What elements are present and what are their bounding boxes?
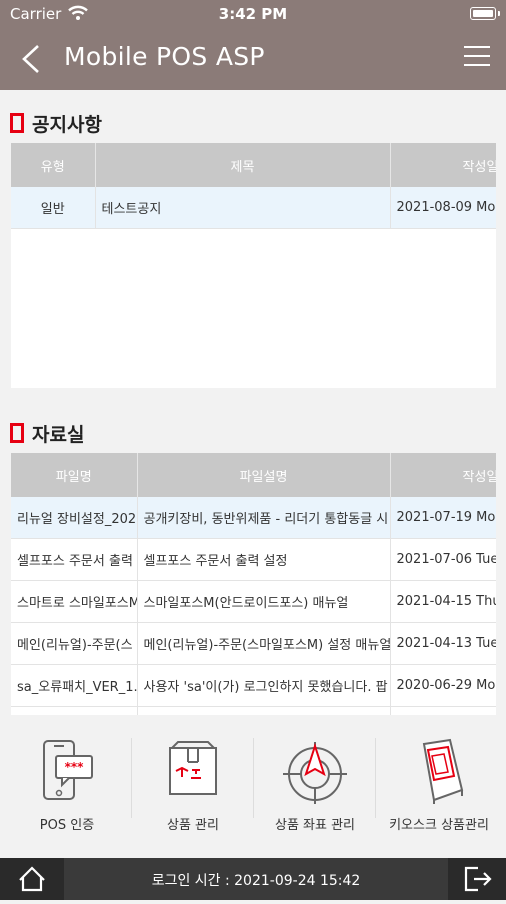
archive-table-panel[interactable]: 파일명 파일설명 작성일 리뉴얼 장비설정_202 공개키장비, 동반위제품 -…	[11, 453, 496, 715]
table-row[interactable]: 셀프포스 주문서 출력 셀프포스 주문서 출력 설정 2021-07-06 Tu…	[11, 538, 496, 581]
desc-cell: 셀프포스 주문서 출력 설정	[137, 538, 391, 581]
section-marker-icon	[10, 423, 24, 443]
home-icon	[19, 866, 45, 892]
desc-cell: 공개키장비, 동반위제품 - 리더기 통합동글 시	[137, 497, 391, 539]
login-time-text: 로그인 시간 : 2021-09-24 15:42	[151, 873, 361, 889]
notice-subject-cell: 테스트공지	[95, 187, 391, 229]
product-coord-label: 상품 좌표 관리	[274, 818, 356, 833]
file-cell	[11, 706, 138, 715]
table-row[interactable]	[11, 706, 496, 715]
svg-text:***: ***	[65, 760, 85, 774]
product-coord-button[interactable]: 상품 좌표 관리	[252, 730, 378, 858]
desc-cell: 사용자 'sa'이(가) 로그인하지 못했습니다. 팝	[137, 664, 391, 707]
kiosk-manage-button[interactable]: 키오스크 상품관리	[376, 730, 502, 858]
notice-header-date: 작성일	[390, 143, 496, 187]
archive-header-file: 파일명	[11, 453, 138, 497]
product-manage-label: 상품 관리	[167, 818, 219, 833]
archive-section-title: 자료실	[10, 420, 84, 447]
kiosk-icon	[422, 738, 464, 804]
table-row[interactable]: 메인(리뉴얼)-주문(스 메인(리뉴얼)-주문(스마일포스M) 설정 매뉴얼 2…	[11, 622, 496, 665]
logout-button[interactable]	[448, 858, 506, 900]
notice-header-subject: 제목	[95, 143, 391, 187]
menu-icon	[464, 46, 490, 48]
archive-header-date: 작성일	[390, 453, 496, 497]
table-row[interactable]: 스마트로 스마일포스M 스마일포스M(안드로이드포스) 매뉴얼 2021-04-…	[11, 580, 496, 623]
notice-type-cell: 일반	[11, 187, 96, 229]
home-button[interactable]	[0, 858, 64, 900]
table-row[interactable]: sa_오류패치_VER_1. 사용자 'sa'이(가) 로그인하지 못했습니다.…	[11, 664, 496, 707]
notice-date-cell: 2021-08-09 Mo	[390, 187, 496, 229]
date-cell: 2021-04-15 Thu	[390, 580, 496, 623]
footer-bar: 로그인 시간 : 2021-09-24 15:42	[0, 858, 506, 900]
phone-lock-icon: ***	[43, 740, 93, 800]
battery-icon	[470, 7, 500, 20]
table-row[interactable]: 일반 테스트공지 2021-08-09 Mo	[11, 187, 496, 229]
file-cell: 메인(리뉴얼)-주문(스	[11, 622, 138, 665]
file-cell: 셀프포스 주문서 출력	[11, 538, 138, 581]
pos-auth-button[interactable]: *** POS 인증	[4, 730, 130, 858]
archive-header-desc: 파일설명	[137, 453, 391, 497]
date-cell: 2020-06-29 Mo	[390, 664, 496, 707]
status-bar: Carrier 3:42 PM	[0, 0, 506, 28]
date-cell: 2021-04-13 Tue	[390, 622, 496, 665]
file-cell: sa_오류패치_VER_1.	[11, 664, 138, 707]
section-marker-icon	[10, 113, 24, 133]
file-cell: 스마트로 스마일포스M	[11, 580, 138, 623]
date-cell: 2021-07-06 Tue	[390, 538, 496, 581]
desc-cell	[137, 706, 391, 715]
desc-cell: 스마일포스M(안드로이드포스) 매뉴얼	[137, 580, 391, 623]
kiosk-manage-label: 키오스크 상품관리	[389, 818, 489, 833]
date-cell: 2021-07-19 Mo	[390, 497, 496, 539]
bottom-menu: *** POS 인증 상품 관리 상품 좌표 관리 키오스크 상품관리	[0, 730, 506, 858]
product-manage-button[interactable]: 상품 관리	[130, 730, 256, 858]
pos-auth-label: POS 인증	[39, 818, 95, 833]
table-row[interactable]: 리뉴얼 장비설정_202 공개키장비, 동반위제품 - 리더기 통합동글 시 2…	[11, 497, 496, 539]
target-icon	[283, 742, 347, 804]
back-button[interactable]	[14, 42, 50, 76]
logout-icon	[464, 866, 492, 892]
chevron-left-icon	[22, 45, 39, 73]
desc-cell: 메인(리뉴얼)-주문(스마일포스M) 설정 매뉴얼	[137, 622, 391, 665]
notice-section-title: 공지사항	[10, 110, 102, 137]
notice-table-panel[interactable]: 유형 제목 작성일 일반 테스트공지 2021-08-09 Mo	[11, 143, 496, 388]
notice-header-type: 유형	[11, 143, 96, 187]
menu-button[interactable]	[464, 46, 490, 70]
page-title: Mobile POS ASP	[64, 42, 265, 71]
notice-table: 유형 제목 작성일 일반 테스트공지 2021-08-09 Mo	[11, 143, 496, 229]
clock: 3:42 PM	[218, 5, 288, 23]
date-cell	[390, 706, 496, 715]
box-icon	[169, 741, 217, 795]
file-cell: 리뉴얼 장비설정_202	[11, 497, 138, 539]
archive-table: 파일명 파일설명 작성일 리뉴얼 장비설정_202 공개키장비, 동반위제품 -…	[11, 453, 496, 715]
app-header: Mobile POS ASP	[0, 28, 506, 90]
